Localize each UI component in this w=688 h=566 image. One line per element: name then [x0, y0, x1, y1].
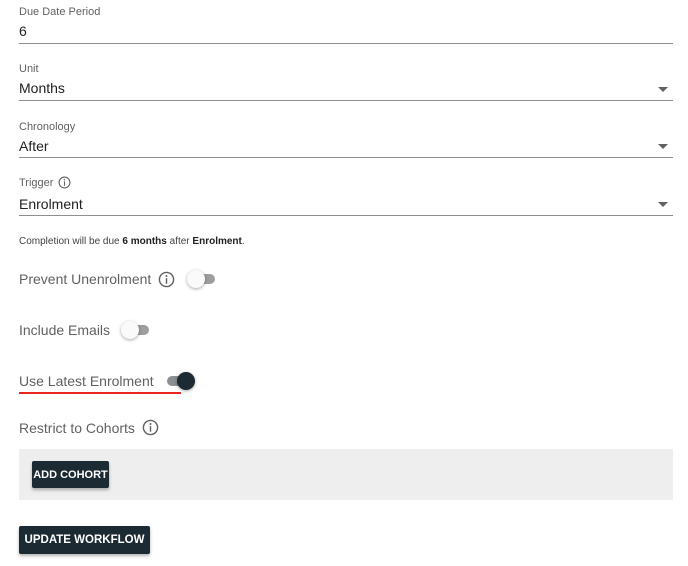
due-date-period-underline — [19, 43, 673, 44]
info-circle-icon[interactable] — [158, 271, 175, 288]
include-emails-toggle[interactable] — [121, 320, 151, 340]
completion-summary: Completion will be due 6 months after En… — [19, 236, 245, 247]
caret-down-icon[interactable] — [658, 144, 668, 149]
toggle-thumb — [176, 372, 195, 390]
summary-prefix: Completion will be due — [19, 236, 123, 247]
toggle-thumb — [187, 270, 206, 288]
trigger-underline — [19, 215, 673, 216]
trigger-value: Enrolment — [19, 196, 83, 212]
prevent-unenrolment-label: Prevent Unenrolment — [19, 271, 152, 287]
summary-period: 6 months — [122, 236, 167, 247]
info-circle-icon[interactable] — [142, 419, 159, 436]
unit-value: Months — [19, 80, 65, 96]
due-date-period-field[interactable]: Due Date Period 6 — [19, 0, 673, 44]
use-latest-enrolment-label: Use Latest Enrolment — [19, 373, 154, 389]
chronology-label: Chronology — [19, 121, 76, 133]
caret-down-icon[interactable] — [658, 87, 668, 92]
use-latest-enrolment-row: Use Latest Enrolment — [19, 371, 195, 391]
toggle-thumb — [121, 321, 140, 339]
trigger-label-row: Trigger — [19, 176, 71, 189]
trigger-label: Trigger — [19, 176, 54, 189]
due-date-period-input[interactable]: 6 — [19, 23, 27, 39]
prevent-unenrolment-row: Prevent Unenrolment — [19, 269, 217, 289]
chronology-select[interactable]: Chronology After — [19, 114, 673, 158]
add-cohort-button[interactable]: ADD COHORT — [32, 461, 109, 488]
due-date-period-label: Due Date Period — [19, 6, 101, 18]
prevent-unenrolment-toggle[interactable] — [187, 269, 217, 289]
unit-label: Unit — [19, 63, 39, 75]
info-circle-icon[interactable] — [58, 176, 71, 189]
include-emails-row: Include Emails — [19, 320, 151, 340]
update-workflow-button[interactable]: UPDATE WORKFLOW — [19, 526, 150, 554]
summary-middle: after — [166, 236, 193, 247]
caret-down-icon[interactable] — [658, 202, 668, 207]
unit-select[interactable]: Unit Months — [19, 57, 673, 101]
summary-trigger: Enrolment — [192, 236, 242, 247]
cohort-panel: ADD COHORT — [19, 449, 673, 500]
use-latest-enrolment-toggle[interactable] — [165, 371, 195, 391]
restrict-to-cohorts-label: Restrict to Cohorts — [19, 419, 135, 436]
highlight-underline — [19, 392, 181, 394]
chronology-underline — [19, 157, 673, 158]
restrict-to-cohorts-row: Restrict to Cohorts — [19, 419, 159, 436]
unit-underline — [19, 100, 673, 101]
include-emails-label: Include Emails — [19, 322, 111, 338]
trigger-select[interactable]: Trigger Enrolment — [19, 172, 673, 216]
summary-suffix: . — [241, 236, 245, 247]
chronology-value: After — [19, 138, 49, 154]
